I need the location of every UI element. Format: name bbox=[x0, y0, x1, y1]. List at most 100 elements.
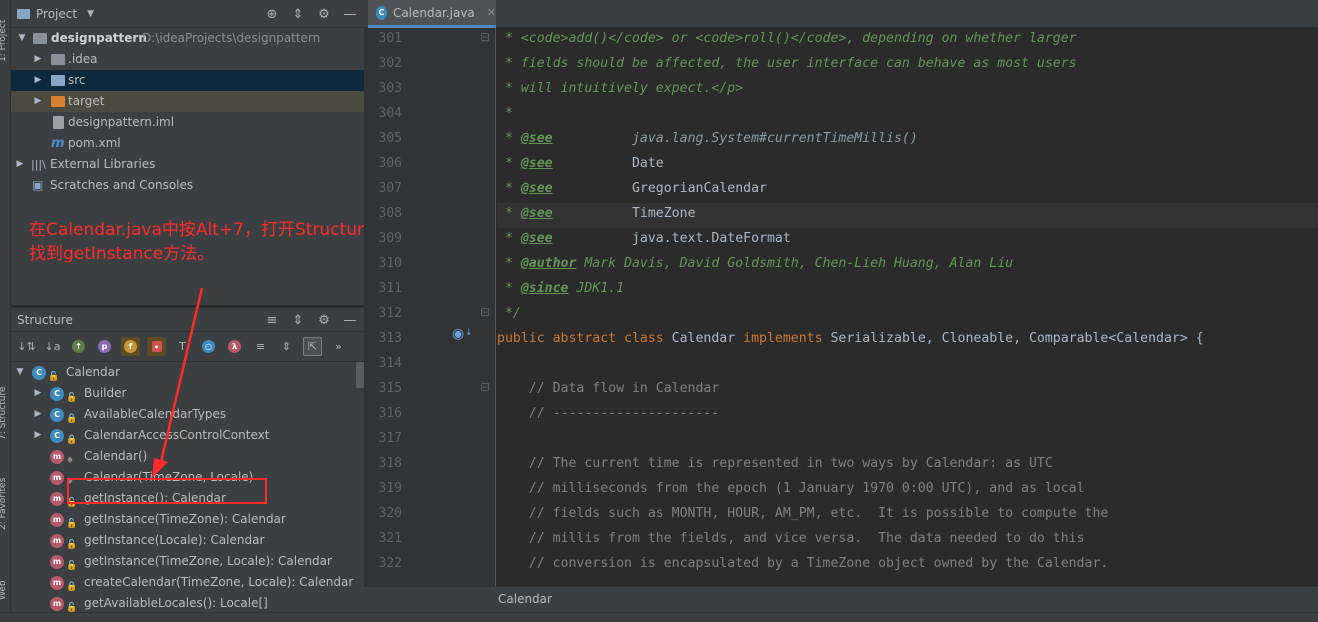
project-view-selector[interactable]: Project bbox=[36, 7, 77, 21]
structure-item-get-available-locales[interactable]: m 🔓 getAvailableLocales(): Locale[] bbox=[11, 593, 364, 613]
structure-item-calendar-access-control-context[interactable]: ▶ C 🔒 CalendarAccessControlContext bbox=[11, 425, 364, 446]
code-line-315: // Data flow in Calendar bbox=[497, 381, 720, 396]
structure-item-get-instance-timezone-locale[interactable]: m 🔓 getInstance(TimeZone, Locale): Calen… bbox=[11, 551, 364, 572]
chevron-right-icon[interactable]: ▶ bbox=[33, 425, 43, 446]
gear-icon[interactable]: ⚙ bbox=[316, 313, 332, 328]
structure-item-label: Calendar() bbox=[84, 449, 148, 463]
more-options-icon[interactable]: » bbox=[329, 337, 348, 356]
line-number: 309 bbox=[378, 231, 402, 246]
structure-item-label: getInstance(TimeZone, Locale): Calendar bbox=[84, 554, 332, 568]
module-folder-icon bbox=[33, 33, 47, 44]
sort-alphabetically-icon[interactable]: ↓a bbox=[43, 337, 62, 356]
chevron-right-icon[interactable]: ▶ bbox=[15, 154, 25, 175]
line-number: 310 bbox=[378, 256, 402, 271]
tree-item-target[interactable]: ▶ target bbox=[11, 91, 364, 112]
tree-item-path: D:\ideaProjects\designpattern bbox=[142, 31, 321, 45]
code-line-312: */ bbox=[497, 306, 521, 321]
structure-item-label: CalendarAccessControlContext bbox=[84, 428, 270, 442]
structure-item-available-calendar-types[interactable]: ▶ C 🔒 AvailableCalendarTypes bbox=[11, 404, 364, 425]
tree-item-label: target bbox=[68, 94, 105, 108]
minimize-icon[interactable]: — bbox=[342, 7, 358, 22]
tree-item-designpattern[interactable]: ▼ designpattern D:\ideaProjects\designpa… bbox=[11, 28, 364, 49]
line-number: 307 bbox=[378, 181, 402, 196]
fold-marker-icon[interactable]: ⊟ bbox=[480, 30, 490, 44]
structure-item-create-calendar[interactable]: m 🔒 createCalendar(TimeZone, Locale): Ca… bbox=[11, 572, 364, 593]
line-number: 317 bbox=[378, 431, 402, 446]
structure-item-get-instance[interactable]: m 🔓 getInstance(): Calendar bbox=[11, 478, 364, 509]
class-file-icon: C bbox=[376, 5, 387, 20]
structure-item-label: Calendar bbox=[66, 365, 120, 379]
implementation-gutter-icon[interactable]: ◉ bbox=[452, 326, 464, 342]
show-anonymous-icon[interactable]: ○ bbox=[199, 337, 218, 356]
code-line-311: * @since JDK1.1 bbox=[497, 281, 625, 296]
static-method-icon: m bbox=[50, 492, 64, 506]
code-line-321: // millis from the fields, and vice vers… bbox=[497, 531, 1085, 546]
structure-item-class-calendar[interactable]: ▼ C 🔓 Calendar bbox=[11, 362, 364, 383]
sort-by-visibility-icon[interactable]: ↓⇅ bbox=[17, 337, 36, 356]
fold-marker-icon[interactable]: ⊟ bbox=[480, 380, 490, 394]
structure-item-constructor[interactable]: m ♦ Calendar() bbox=[11, 446, 364, 467]
chevron-right-icon[interactable]: ▶ bbox=[33, 70, 43, 91]
public-visibility-icon: 🔓 bbox=[66, 603, 78, 613]
show-lambdas-icon[interactable]: λ bbox=[225, 337, 244, 356]
folder-icon bbox=[17, 8, 30, 19]
tree-item-external-libraries[interactable]: ▶ |||\ External Libraries bbox=[11, 154, 364, 175]
locate-icon[interactable]: ⊕ bbox=[264, 7, 280, 22]
tree-item-pom-xml[interactable]: m pom.xml bbox=[11, 133, 364, 154]
code-editor[interactable]: * <code>add()</code> or <code>roll()</co… bbox=[497, 28, 1318, 586]
structure-panel-title: Structure bbox=[17, 312, 73, 327]
code-line-318: // The current time is represented in tw… bbox=[497, 456, 1053, 471]
structure-item-get-instance-locale[interactable]: m 🔓 getInstance(Locale): Calendar bbox=[11, 530, 364, 551]
structure-item-label: Builder bbox=[84, 386, 127, 400]
collapse-all-icon[interactable]: ⇕ bbox=[290, 7, 306, 22]
chevron-right-icon[interactable]: ▶ bbox=[33, 91, 43, 112]
maven-file-icon: m bbox=[51, 136, 65, 151]
show-toplevel-icon[interactable]: T bbox=[173, 337, 192, 356]
chevron-down-icon[interactable]: ▼ bbox=[15, 362, 25, 383]
tree-item-src[interactable]: ▶ src bbox=[11, 70, 364, 91]
show-inherited-icon[interactable]: ↑ bbox=[69, 337, 88, 356]
class-icon: C bbox=[50, 408, 64, 422]
chevron-down-icon[interactable]: ▼ bbox=[87, 9, 94, 19]
code-line-322: // conversion is encapsulated by a TimeZ… bbox=[497, 556, 1109, 571]
collapse-all-icon[interactable]: ⇕ bbox=[290, 313, 306, 328]
code-line-302: * fields should be affected, the user in… bbox=[497, 56, 1077, 71]
tree-item-scratches[interactable]: ▣ Scratches and Consoles bbox=[11, 175, 364, 196]
line-number: 313 bbox=[378, 331, 402, 346]
minimize-icon[interactable]: — bbox=[342, 313, 358, 328]
fold-marker-icon[interactable]: ⊟ bbox=[480, 305, 490, 319]
expand-all-icon[interactable]: ≡ bbox=[264, 313, 280, 328]
scratches-icon: ▣ bbox=[32, 178, 44, 192]
tree-item-label: pom.xml bbox=[68, 136, 121, 150]
tree-item-designpattern-iml[interactable]: designpattern.iml bbox=[11, 112, 364, 133]
collapse-all-icon[interactable]: ⇕ bbox=[277, 337, 296, 356]
structure-item-label: createCalendar(TimeZone, Locale): Calend… bbox=[84, 575, 354, 589]
chevron-down-icon[interactable]: ▼ bbox=[17, 28, 27, 49]
show-fields-icon[interactable]: f bbox=[121, 337, 140, 356]
structure-item-builder[interactable]: ▶ C 🔓 Builder bbox=[11, 383, 364, 404]
structure-item-get-instance-timezone[interactable]: m 🔓 getInstance(TimeZone): Calendar bbox=[11, 509, 364, 530]
show-properties-icon[interactable]: p bbox=[95, 337, 114, 356]
static-method-icon: m bbox=[50, 597, 64, 611]
source-folder-icon bbox=[51, 75, 65, 86]
chevron-right-icon[interactable]: ▶ bbox=[33, 49, 43, 70]
tree-item-idea[interactable]: ▶ .idea bbox=[11, 49, 364, 70]
tree-item-label: External Libraries bbox=[50, 157, 156, 171]
autoscroll-from-source-icon[interactable]: ⇱ bbox=[303, 337, 322, 356]
editor-tab-bar: C Calendar.java ✕ bbox=[364, 0, 1318, 28]
bottom-tool-bar bbox=[0, 612, 1318, 622]
chevron-right-icon[interactable]: ▶ bbox=[33, 404, 43, 425]
chevron-right-icon[interactable]: ▶ bbox=[33, 383, 43, 404]
structure-tree: ▼ C 🔓 Calendar ▶ C 🔓 Builder ▶ C 🔒 Avail… bbox=[11, 362, 364, 613]
line-number: 312 bbox=[378, 306, 402, 321]
gear-icon[interactable]: ⚙ bbox=[316, 7, 332, 22]
breadcrumb-item-calendar[interactable]: Calendar bbox=[498, 592, 552, 606]
show-non-public-icon[interactable]: • bbox=[147, 337, 166, 356]
close-icon[interactable]: ✕ bbox=[487, 6, 496, 19]
tab-calendar-java[interactable]: C Calendar.java ✕ bbox=[368, 0, 496, 28]
code-line-304: * bbox=[497, 106, 513, 121]
expand-all-icon[interactable]: ≡ bbox=[251, 337, 270, 356]
line-number: 304 bbox=[378, 106, 402, 121]
arrow-down-icon: ↓ bbox=[465, 328, 473, 338]
structure-scrollbar[interactable] bbox=[356, 362, 364, 388]
